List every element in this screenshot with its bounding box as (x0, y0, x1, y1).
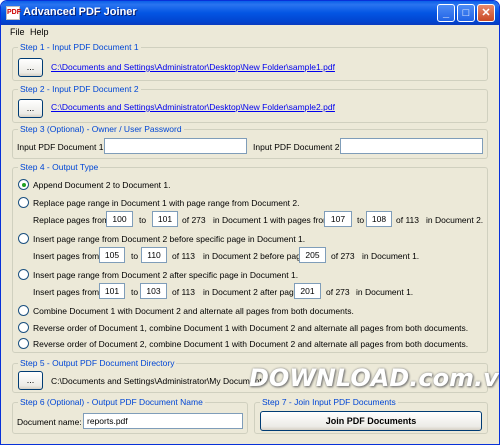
browse-output-dir-button[interactable]: ... (18, 371, 43, 390)
browse-doc1-button[interactable]: ... (18, 58, 43, 77)
insert-before-of2: of 273 (331, 251, 355, 261)
menu-help[interactable]: Help (30, 27, 49, 37)
radio-combine[interactable] (18, 305, 29, 316)
insert-before-prefix: Insert pages from (33, 251, 100, 261)
insert-before-to-input[interactable]: 110 (141, 247, 167, 263)
browse-doc2-button[interactable]: ... (18, 99, 43, 118)
opt-append-label[interactable]: Append Document 2 to Document 1. (33, 180, 171, 190)
pw2-input[interactable] (340, 138, 483, 154)
step7-label: Step 7 - Join Input PDF Documents (260, 397, 398, 407)
opt-insert-after-label[interactable]: Insert page range from Document 2 after … (33, 270, 298, 280)
pw1-input[interactable] (104, 138, 247, 154)
watermark-logo: DOWNLOAD.com.vn (249, 364, 500, 392)
step3-label: Step 3 (Optional) - Owner / User Passwor… (18, 124, 184, 134)
insert-after-page-input[interactable]: 201 (294, 283, 321, 299)
replace-suffix: in Document 2. (426, 215, 484, 225)
replace-to2-input[interactable]: 108 (366, 211, 392, 227)
step4-group: Step 4 - Output Type Append Document 2 t… (12, 162, 488, 353)
replace-to-input[interactable]: 101 (152, 211, 178, 227)
step6-group: Step 6 (Optional) - Output PDF Document … (12, 397, 248, 434)
pw1-label: Input PDF Document 1: (17, 142, 106, 152)
insert-after-suffix: in Document 1. (356, 287, 414, 297)
menu-file[interactable]: File (10, 27, 25, 37)
replace-prefix: Replace pages from (33, 215, 110, 225)
radio-reverse-doc1[interactable] (18, 322, 29, 333)
step3-group: Step 3 (Optional) - Owner / User Passwor… (12, 124, 488, 159)
insert-before-mid: in Document 2 before page (203, 251, 306, 261)
replace-to2-label: to (357, 215, 365, 225)
app-window: PDF Advanced PDF Joiner _ □ ✕ File Help … (0, 0, 500, 445)
insert-before-from-input[interactable]: 105 (99, 247, 125, 263)
insert-after-to-label: to (131, 287, 139, 297)
minimize-button[interactable]: _ (437, 4, 455, 22)
insert-before-of1: of 113 (172, 251, 196, 261)
step1-label: Step 1 - Input PDF Document 1 (18, 42, 141, 52)
replace-to-label: to (139, 215, 147, 225)
opt-reverse-doc2-label[interactable]: Reverse order of Document 2, combine Doc… (33, 339, 468, 349)
close-button[interactable]: ✕ (477, 4, 495, 22)
join-pdf-button[interactable]: Join PDF Documents (260, 411, 482, 431)
insert-before-suffix: in Document 1. (362, 251, 420, 261)
step6-label: Step 6 (Optional) - Output PDF Document … (18, 397, 205, 407)
doc-name-label: Document name: (17, 417, 82, 427)
output-dir-path: C:\Documents and Settings\Administrator\… (51, 376, 266, 386)
insert-after-of1: of 113 (172, 287, 196, 297)
pw2-label: Input PDF Document 2: (253, 142, 342, 152)
radio-replace[interactable] (18, 197, 29, 208)
doc1-path-link[interactable]: C:\Documents and Settings\Administrator\… (51, 62, 335, 72)
insert-after-to-input[interactable]: 103 (140, 283, 167, 299)
replace-of2: of 113 (396, 215, 420, 225)
replace-from2-input[interactable]: 107 (324, 211, 352, 227)
opt-combine-label[interactable]: Combine Document 1 with Document 2 and a… (33, 306, 354, 316)
step2-group: Step 2 - Input PDF Document 2 ... C:\Doc… (12, 84, 488, 123)
insert-before-to-label: to (131, 251, 139, 261)
insert-after-mid: in Document 2 after page (203, 287, 299, 297)
step2-label: Step 2 - Input PDF Document 2 (18, 84, 141, 94)
maximize-button[interactable]: □ (457, 4, 475, 22)
step7-group: Step 7 - Join Input PDF Documents Join P… (254, 397, 488, 434)
doc2-path-link[interactable]: C:\Documents and Settings\Administrator\… (51, 102, 335, 112)
replace-of1: of 273 (182, 215, 206, 225)
title-bar: PDF Advanced PDF Joiner _ □ ✕ (1, 1, 499, 25)
insert-after-from-input[interactable]: 101 (99, 283, 125, 299)
radio-insert-before[interactable] (18, 233, 29, 244)
replace-from-input[interactable]: 100 (106, 211, 133, 227)
menu-bar: File Help (1, 25, 499, 40)
opt-replace-label[interactable]: Replace page range in Document 1 with pa… (33, 198, 300, 208)
radio-append[interactable] (18, 179, 29, 190)
step4-label: Step 4 - Output Type (18, 162, 101, 172)
step5-label: Step 5 - Output PDF Document Directory (18, 358, 177, 368)
insert-after-of2: of 273 (326, 287, 350, 297)
replace-mid: in Document 1 with pages from (213, 215, 331, 225)
radio-reverse-doc2[interactable] (18, 338, 29, 349)
window-title: Advanced PDF Joiner (23, 6, 137, 18)
opt-reverse-doc1-label[interactable]: Reverse order of Document 1, combine Doc… (33, 323, 468, 333)
insert-after-prefix: Insert pages from (33, 287, 100, 297)
insert-before-page-input[interactable]: 205 (299, 247, 326, 263)
opt-insert-before-label[interactable]: Insert page range from Document 2 before… (33, 234, 305, 244)
app-icon: PDF (6, 6, 21, 20)
radio-insert-after[interactable] (18, 269, 29, 280)
step1-group: Step 1 - Input PDF Document 1 ... C:\Doc… (12, 42, 488, 81)
doc-name-input[interactable]: reports.pdf (83, 413, 243, 429)
